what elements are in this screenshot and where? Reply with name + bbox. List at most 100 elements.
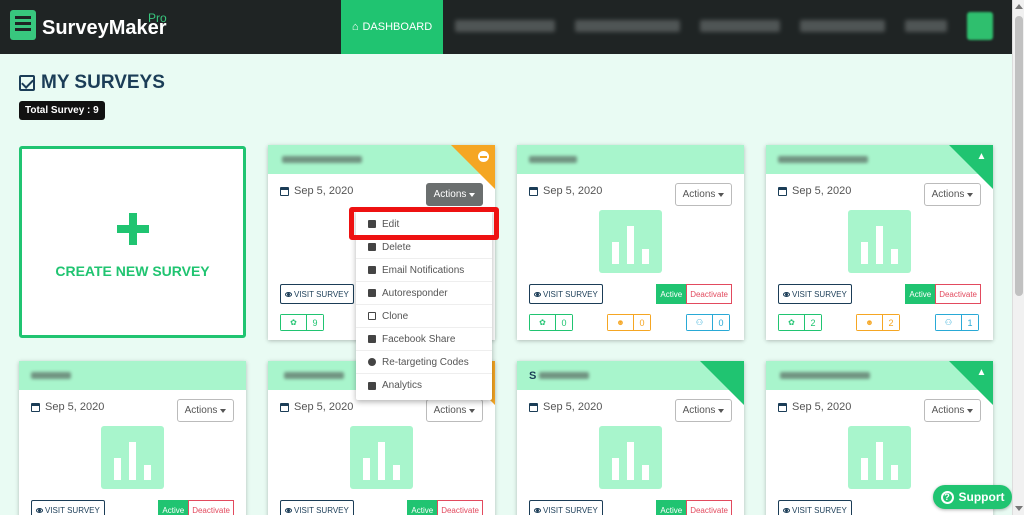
stat-responses: ✿ 0 [529,314,573,331]
nav-item-redacted[interactable] [700,20,780,32]
calendar-icon [529,186,538,196]
user-plus-icon: ☻ [856,314,882,331]
bar-chart-icon [848,426,911,489]
caret-down-icon [967,408,974,413]
eye-icon [783,291,790,297]
bar-chart-icon [599,426,662,489]
nav-dashboard[interactable]: ⌂ DASHBOARD [341,0,443,54]
scroll-down-icon[interactable] [1015,506,1023,511]
visit-survey-label: VISIT SURVEY [543,505,598,515]
create-survey-card[interactable]: CREATE NEW SURVEY [19,146,246,338]
menu-item-autoresponder[interactable]: Autoresponder [356,282,492,305]
user-avatar[interactable] [967,12,993,40]
menu-item-email-notifications[interactable]: Email Notifications [356,259,492,282]
menu-item-retargeting-codes[interactable]: Re-targeting Codes [356,351,492,374]
actions-dropdown-button[interactable]: Actions [426,399,483,422]
visit-survey-button[interactable]: VISIT SURVEY [280,500,354,515]
eye-icon [36,507,43,513]
eye-icon [783,507,790,513]
bar-chart-icon [368,381,376,390]
actions-dropdown-button[interactable]: Actions [924,399,981,422]
deactivate-button[interactable]: Deactivate [935,284,981,304]
actions-dropdown-button[interactable]: Actions [675,399,732,422]
deactivate-button[interactable]: Deactivate [437,500,483,515]
stat-users: ⚇ 0 [686,314,730,331]
menu-item-label: Clone [382,310,409,322]
visit-survey-label: VISIT SURVEY [294,505,349,515]
nav-item-redacted[interactable] [455,20,555,32]
stat-users: ⚇ 1 [935,314,979,331]
calendar-icon [31,402,40,412]
help-circle-icon: ? [940,490,954,504]
page-scrollbar[interactable] [1012,0,1024,515]
page-title: MY SURVEYS [19,72,165,94]
survey-card: Sep 5, 2020 Actions VISIT SURVEY Active D… [19,361,246,515]
visit-survey-button[interactable]: VISIT SURVEY [778,500,852,515]
actions-label: Actions [433,189,467,200]
survey-title-redacted [539,372,589,379]
survey-date-text: Sep 5, 2020 [294,401,354,413]
deactivate-button[interactable]: Deactivate [188,500,234,515]
visit-survey-button[interactable]: VISIT SURVEY [31,500,105,515]
bar-chart-icon [350,426,413,489]
stat-leads: ☻ 0 [607,314,651,331]
caret-down-icon [220,408,227,413]
survey-date: Sep 5, 2020 [778,185,851,197]
nav-item-redacted[interactable] [905,20,947,32]
visit-survey-button[interactable]: VISIT SURVEY [280,284,354,304]
survey-date: Sep 5, 2020 [280,401,353,413]
survey-title-redacted [529,156,577,163]
wrench-icon [368,266,376,274]
menu-item-facebook-share[interactable]: Facebook Share [356,328,492,351]
active-badge: Active [656,500,687,515]
visit-survey-button[interactable]: VISIT SURVEY [529,500,603,515]
survey-date: Sep 5, 2020 [529,401,602,413]
facebook-icon [368,335,376,343]
visit-survey-button[interactable]: VISIT SURVEY [529,284,603,304]
survey-card-header [19,361,246,390]
menu-item-label: Autoresponder [382,287,448,299]
menu-item-clone[interactable]: Clone [356,305,492,328]
actions-dropdown-button[interactable]: Actions [924,183,981,206]
nav-item-redacted[interactable] [575,20,680,32]
menu-item-label: Analytics [382,380,423,391]
calendar-icon [280,402,289,412]
bar-chart-icon [848,210,911,273]
actions-dropdown-button[interactable]: Actions [177,399,234,422]
actions-label: Actions [184,405,218,416]
stat-leads: ☻ 2 [856,314,900,331]
survey-card-header: S [517,361,744,405]
actions-label: Actions [931,189,965,200]
actions-dropdown-button[interactable]: Actions [675,183,732,206]
stat-value: 9 [306,314,324,331]
menu-item-label: Facebook Share [382,333,456,345]
actions-dropdown-button[interactable]: Actions [426,183,483,206]
caret-down-icon [469,408,476,413]
scroll-up-icon[interactable] [1015,4,1023,9]
visit-survey-button[interactable]: VISIT SURVEY [778,284,852,304]
checkbox-icon [19,75,35,91]
support-button[interactable]: ? Support [933,485,1012,509]
top-navbar: SurveyMaker Pro ⌂ DASHBOARD [0,0,1012,54]
deactivate-button[interactable]: Deactivate [686,500,732,515]
eye-icon [534,291,541,297]
caret-down-icon [718,408,725,413]
stat-responses: ✿ 9 [280,314,324,331]
nav-item-redacted[interactable] [800,20,885,32]
survey-date: Sep 5, 2020 [778,401,851,413]
app-logo[interactable]: SurveyMaker Pro [10,10,167,40]
actions-label: Actions [433,405,467,416]
menu-item-analytics[interactable]: Analytics [356,374,492,397]
survey-card: S Sep 5, 2020 Actions VISIT SURVEY Activ… [517,361,744,515]
survey-card: ▲ Sep 5, 2020 Actions VISIT SURVEY Activ… [766,145,993,340]
survey-logo-icon [10,10,36,40]
scroll-thumb[interactable] [1015,16,1023,296]
stat-value: 0 [555,314,573,331]
minus-circle-icon [478,151,489,162]
thumbs-up-icon: ▲ [976,151,987,162]
stat-responses: ✿ 2 [778,314,822,331]
survey-card-header [517,145,744,174]
active-badge: Active [407,500,438,515]
visit-survey-label: VISIT SURVEY [543,289,598,299]
deactivate-button[interactable]: Deactivate [686,284,732,304]
